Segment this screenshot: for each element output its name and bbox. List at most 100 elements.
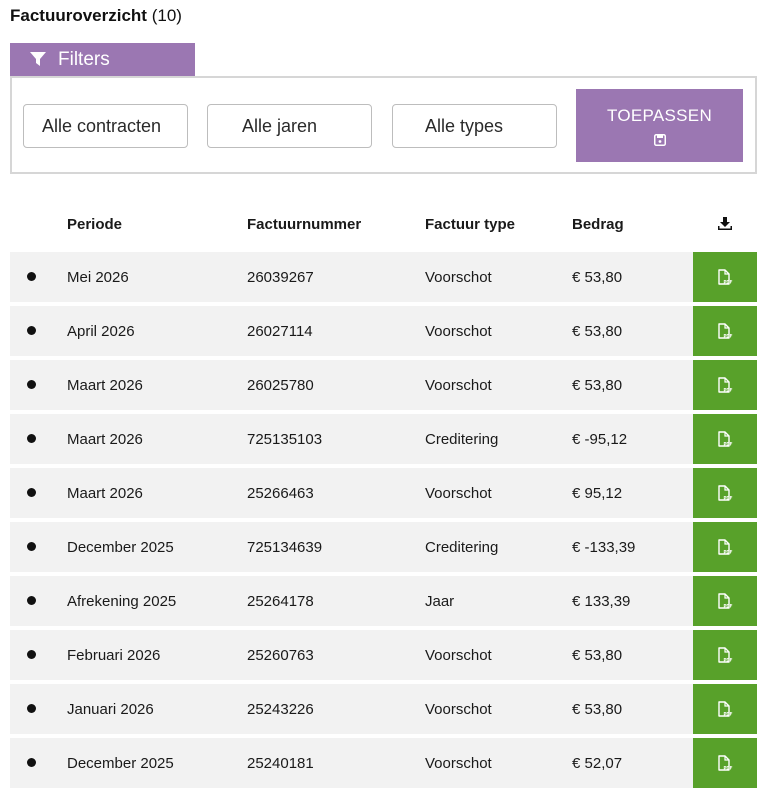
invoice-table: Periode Factuurnummer Factuur type Bedra… bbox=[10, 196, 757, 792]
filter-icon bbox=[30, 52, 46, 66]
apply-button-label: TOEPASSEN bbox=[606, 105, 713, 125]
cell-bedrag: € 53,80 bbox=[572, 646, 623, 664]
table-row: December 2025 725134639 Creditering € -1… bbox=[10, 522, 757, 572]
cell-bedrag: € 133,39 bbox=[572, 592, 631, 610]
cell-factuurnummer: 25243226 bbox=[247, 700, 314, 718]
cell-factuurnummer: 725135103 bbox=[247, 430, 323, 448]
table-row: Februari 2026 25260763 Voorschot € 53,80… bbox=[10, 630, 757, 680]
invoice-count: (10) bbox=[151, 6, 182, 25]
cell-periode: Maart 2026 bbox=[67, 430, 143, 448]
pdf-download-button[interactable]: PDF bbox=[693, 414, 757, 464]
row-bullet bbox=[27, 380, 36, 389]
cell-periode: April 2026 bbox=[67, 322, 135, 340]
cell-factuurnummer: 725134639 bbox=[247, 538, 323, 556]
year-select[interactable]: Alle jaren bbox=[207, 104, 372, 148]
cell-bedrag: € 53,80 bbox=[572, 322, 623, 340]
cell-bedrag: € -95,12 bbox=[572, 430, 628, 448]
column-header-factuurnummer: Factuurnummer bbox=[247, 215, 362, 233]
pdf-file-icon: PDF bbox=[718, 592, 733, 609]
cell-factuurnummer: 25266463 bbox=[247, 484, 314, 502]
contract-select[interactable]: Alle contracten bbox=[23, 104, 188, 148]
pdf-file-icon: PDF bbox=[718, 430, 733, 447]
pdf-file-icon: PDF bbox=[718, 376, 733, 393]
row-bullet bbox=[27, 596, 36, 605]
row-bullet bbox=[27, 758, 36, 767]
cell-factuurnummer: 26027114 bbox=[247, 322, 313, 340]
table-row: Maart 2026 25266463 Voorschot € 95,12 PD… bbox=[10, 468, 757, 518]
pdf-download-button[interactable]: PDF bbox=[693, 576, 757, 626]
cell-factuurnummer: 25240181 bbox=[247, 754, 314, 772]
pdf-file-icon: PDF bbox=[718, 754, 733, 771]
cell-type: Voorschot bbox=[425, 646, 492, 664]
cell-bedrag: € -133,39 bbox=[572, 538, 636, 556]
cell-bedrag: € 53,80 bbox=[572, 700, 623, 718]
svg-text:PDF: PDF bbox=[724, 495, 733, 500]
type-select[interactable]: Alle types bbox=[392, 104, 557, 148]
row-bullet bbox=[27, 542, 36, 551]
pdf-file-icon: PDF bbox=[718, 700, 733, 717]
pdf-download-button[interactable]: PDF bbox=[693, 252, 757, 302]
cell-periode: Januari 2026 bbox=[67, 700, 154, 718]
cell-periode: Februari 2026 bbox=[67, 646, 161, 664]
cell-periode: Afrekening 2025 bbox=[67, 592, 177, 610]
row-bullet bbox=[27, 434, 36, 443]
row-bullet bbox=[27, 326, 36, 335]
table-body: Mei 2026 26039267 Voorschot € 53,80 PDF … bbox=[10, 252, 757, 788]
cell-type: Creditering bbox=[425, 538, 499, 556]
table-row: Januari 2026 25243226 Voorschot € 53,80 … bbox=[10, 684, 757, 734]
table-header: Periode Factuurnummer Factuur type Bedra… bbox=[10, 196, 757, 252]
row-bullet bbox=[27, 272, 36, 281]
pdf-download-button[interactable]: PDF bbox=[693, 306, 757, 356]
cell-type: Voorschot bbox=[425, 376, 492, 394]
row-bullet bbox=[27, 704, 36, 713]
pdf-download-button[interactable]: PDF bbox=[693, 738, 757, 788]
cell-factuurnummer: 25260763 bbox=[247, 646, 314, 664]
row-bullet bbox=[27, 650, 36, 659]
column-header-bedrag: Bedrag bbox=[572, 215, 624, 233]
pdf-download-button[interactable]: PDF bbox=[693, 630, 757, 680]
cell-type: Jaar bbox=[425, 592, 455, 610]
cell-factuurnummer: 25264178 bbox=[247, 592, 314, 610]
table-row: Maart 2026 26025780 Voorschot € 53,80 PD… bbox=[10, 360, 757, 410]
cell-type: Voorschot bbox=[425, 268, 492, 286]
download-all-button[interactable] bbox=[693, 217, 757, 231]
cell-factuurnummer: 26025780 bbox=[247, 376, 314, 394]
table-row: Afrekening 2025 25264178 Jaar € 133,39 P… bbox=[10, 576, 757, 626]
svg-text:PDF: PDF bbox=[724, 279, 733, 284]
column-header-periode: Periode bbox=[67, 215, 123, 233]
table-row: Maart 2026 725135103 Creditering € -95,1… bbox=[10, 414, 757, 464]
pdf-download-button[interactable]: PDF bbox=[693, 522, 757, 572]
pdf-download-button[interactable]: PDF bbox=[693, 468, 757, 518]
svg-text:PDF: PDF bbox=[724, 441, 733, 446]
svg-text:PDF: PDF bbox=[724, 333, 733, 338]
cell-bedrag: € 53,80 bbox=[572, 376, 623, 394]
cell-type: Voorschot bbox=[425, 322, 492, 340]
cell-periode: Maart 2026 bbox=[67, 484, 143, 502]
filters-tab[interactable]: Filters bbox=[10, 43, 195, 76]
pdf-file-icon: PDF bbox=[718, 484, 733, 501]
svg-text:PDF: PDF bbox=[724, 603, 733, 608]
download-icon bbox=[718, 217, 732, 230]
save-icon bbox=[653, 133, 666, 146]
svg-text:PDF: PDF bbox=[724, 657, 733, 662]
pdf-file-icon: PDF bbox=[718, 646, 733, 663]
cell-type: Creditering bbox=[425, 430, 499, 448]
cell-bedrag: € 53,80 bbox=[572, 268, 623, 286]
pdf-file-icon: PDF bbox=[718, 538, 733, 555]
svg-text:PDF: PDF bbox=[724, 549, 733, 554]
cell-bedrag: € 95,12 bbox=[572, 484, 623, 502]
filters-tab-label: Filters bbox=[58, 48, 110, 70]
pdf-download-button[interactable]: PDF bbox=[693, 360, 757, 410]
page-title: Factuuroverzicht (10) bbox=[10, 6, 182, 26]
pdf-file-icon: PDF bbox=[718, 322, 733, 339]
table-row: April 2026 26027114 Voorschot € 53,80 PD… bbox=[10, 306, 757, 356]
cell-periode: Mei 2026 bbox=[67, 268, 129, 286]
pdf-file-icon: PDF bbox=[718, 268, 733, 285]
svg-text:PDF: PDF bbox=[724, 387, 733, 392]
svg-text:PDF: PDF bbox=[724, 711, 733, 716]
svg-text:PDF: PDF bbox=[724, 765, 733, 770]
row-bullet bbox=[27, 488, 36, 497]
apply-button[interactable]: TOEPASSEN bbox=[576, 89, 743, 162]
pdf-download-button[interactable]: PDF bbox=[693, 684, 757, 734]
cell-bedrag: € 52,07 bbox=[572, 754, 623, 772]
